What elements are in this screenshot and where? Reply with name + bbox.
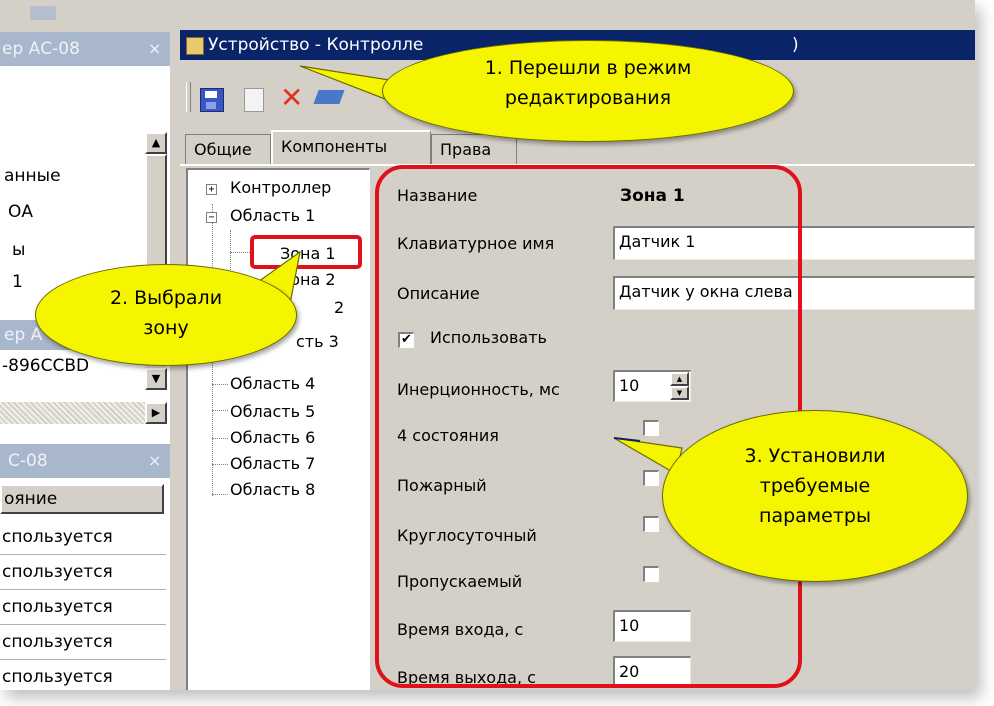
callout-2: 2. Выбрали зону — [35, 264, 297, 366]
callout-1-line-1: 1. Перешли в режим — [484, 57, 692, 79]
callout-3: 3. Установили требуемые параметры — [662, 410, 968, 582]
callout-2-line-1: 2. Выбрали — [109, 287, 223, 309]
callout-1-line-2: редактирования — [504, 87, 672, 109]
callout-1: 1. Перешли в режим редактирования — [382, 40, 794, 142]
screenshot-sheet: ер АС-08 × анные ОА ы 1 ер А -896CCBD ▲ … — [0, 0, 975, 690]
callout-3-line-3: параметры — [759, 505, 871, 527]
callout-2-line-2: зону — [143, 317, 189, 339]
callout-3-line-1: 3. Установили — [744, 445, 886, 467]
callout-3-line-2: требуемые — [759, 475, 871, 497]
